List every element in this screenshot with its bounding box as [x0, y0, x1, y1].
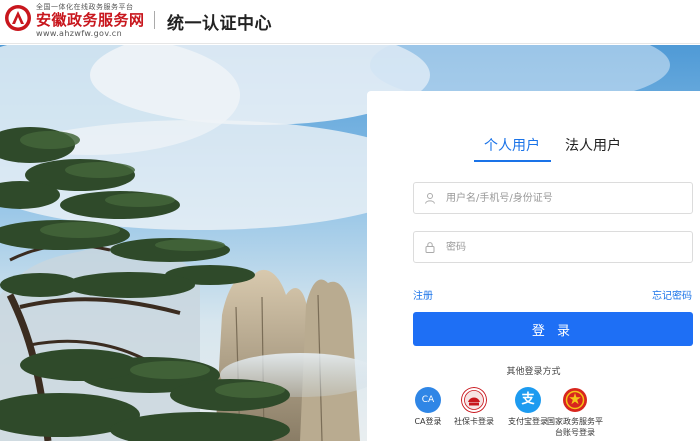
forgot-password-link[interactable]: 忘记密码 [652, 287, 692, 302]
social-security-card-icon [461, 387, 487, 413]
top-header: 全国一体化在线政务服务平台 安徽政务服务网 www.ahzwfw.gov.cn … [0, 0, 700, 44]
login-panel: 个人用户 法人用户 注册 忘记密码 登 录 其他登录方式 CA CA登录 社保卡… [367, 91, 700, 441]
password-input[interactable] [446, 232, 686, 262]
lock-icon [425, 242, 435, 253]
brand-url: www.ahzwfw.gov.cn [36, 29, 123, 38]
username-input[interactable] [446, 183, 686, 213]
ahzwfw-logo-icon[interactable] [4, 4, 32, 32]
tab-personal-user[interactable]: 个人用户 [484, 135, 540, 155]
national-platform-login-label: 国家政务服务平台账号登录 [547, 417, 603, 437]
brand-name: 安徽政务服务网 [36, 11, 145, 29]
ca-icon: CA [415, 387, 441, 413]
tab-legal-user[interactable]: 法人用户 [565, 135, 621, 155]
active-tab-indicator [474, 160, 551, 162]
social-security-card-login-label: 社保卡登录 [454, 417, 494, 426]
header-divider [154, 11, 155, 29]
register-link[interactable]: 注册 [413, 287, 433, 302]
username-field[interactable] [413, 182, 693, 214]
brand-block: 全国一体化在线政务服务平台 安徽政务服务网 www.ahzwfw.gov.cn [36, 3, 145, 39]
alipay-badge-text: 支 [521, 392, 535, 407]
social-security-card-login-button[interactable]: 社保卡登录 [444, 387, 504, 427]
user-icon [425, 193, 435, 204]
other-login-methods-title: 其他登录方式 [506, 367, 561, 377]
login-button[interactable]: 登 录 [413, 312, 693, 346]
national-platform-login-button[interactable]: 国家政务服务平台账号登录 [545, 387, 605, 438]
national-emblem-icon [563, 388, 587, 412]
page-title: 统一认证中心 [167, 14, 272, 34]
alipay-icon: 支 [515, 387, 541, 413]
password-field[interactable] [413, 231, 693, 263]
